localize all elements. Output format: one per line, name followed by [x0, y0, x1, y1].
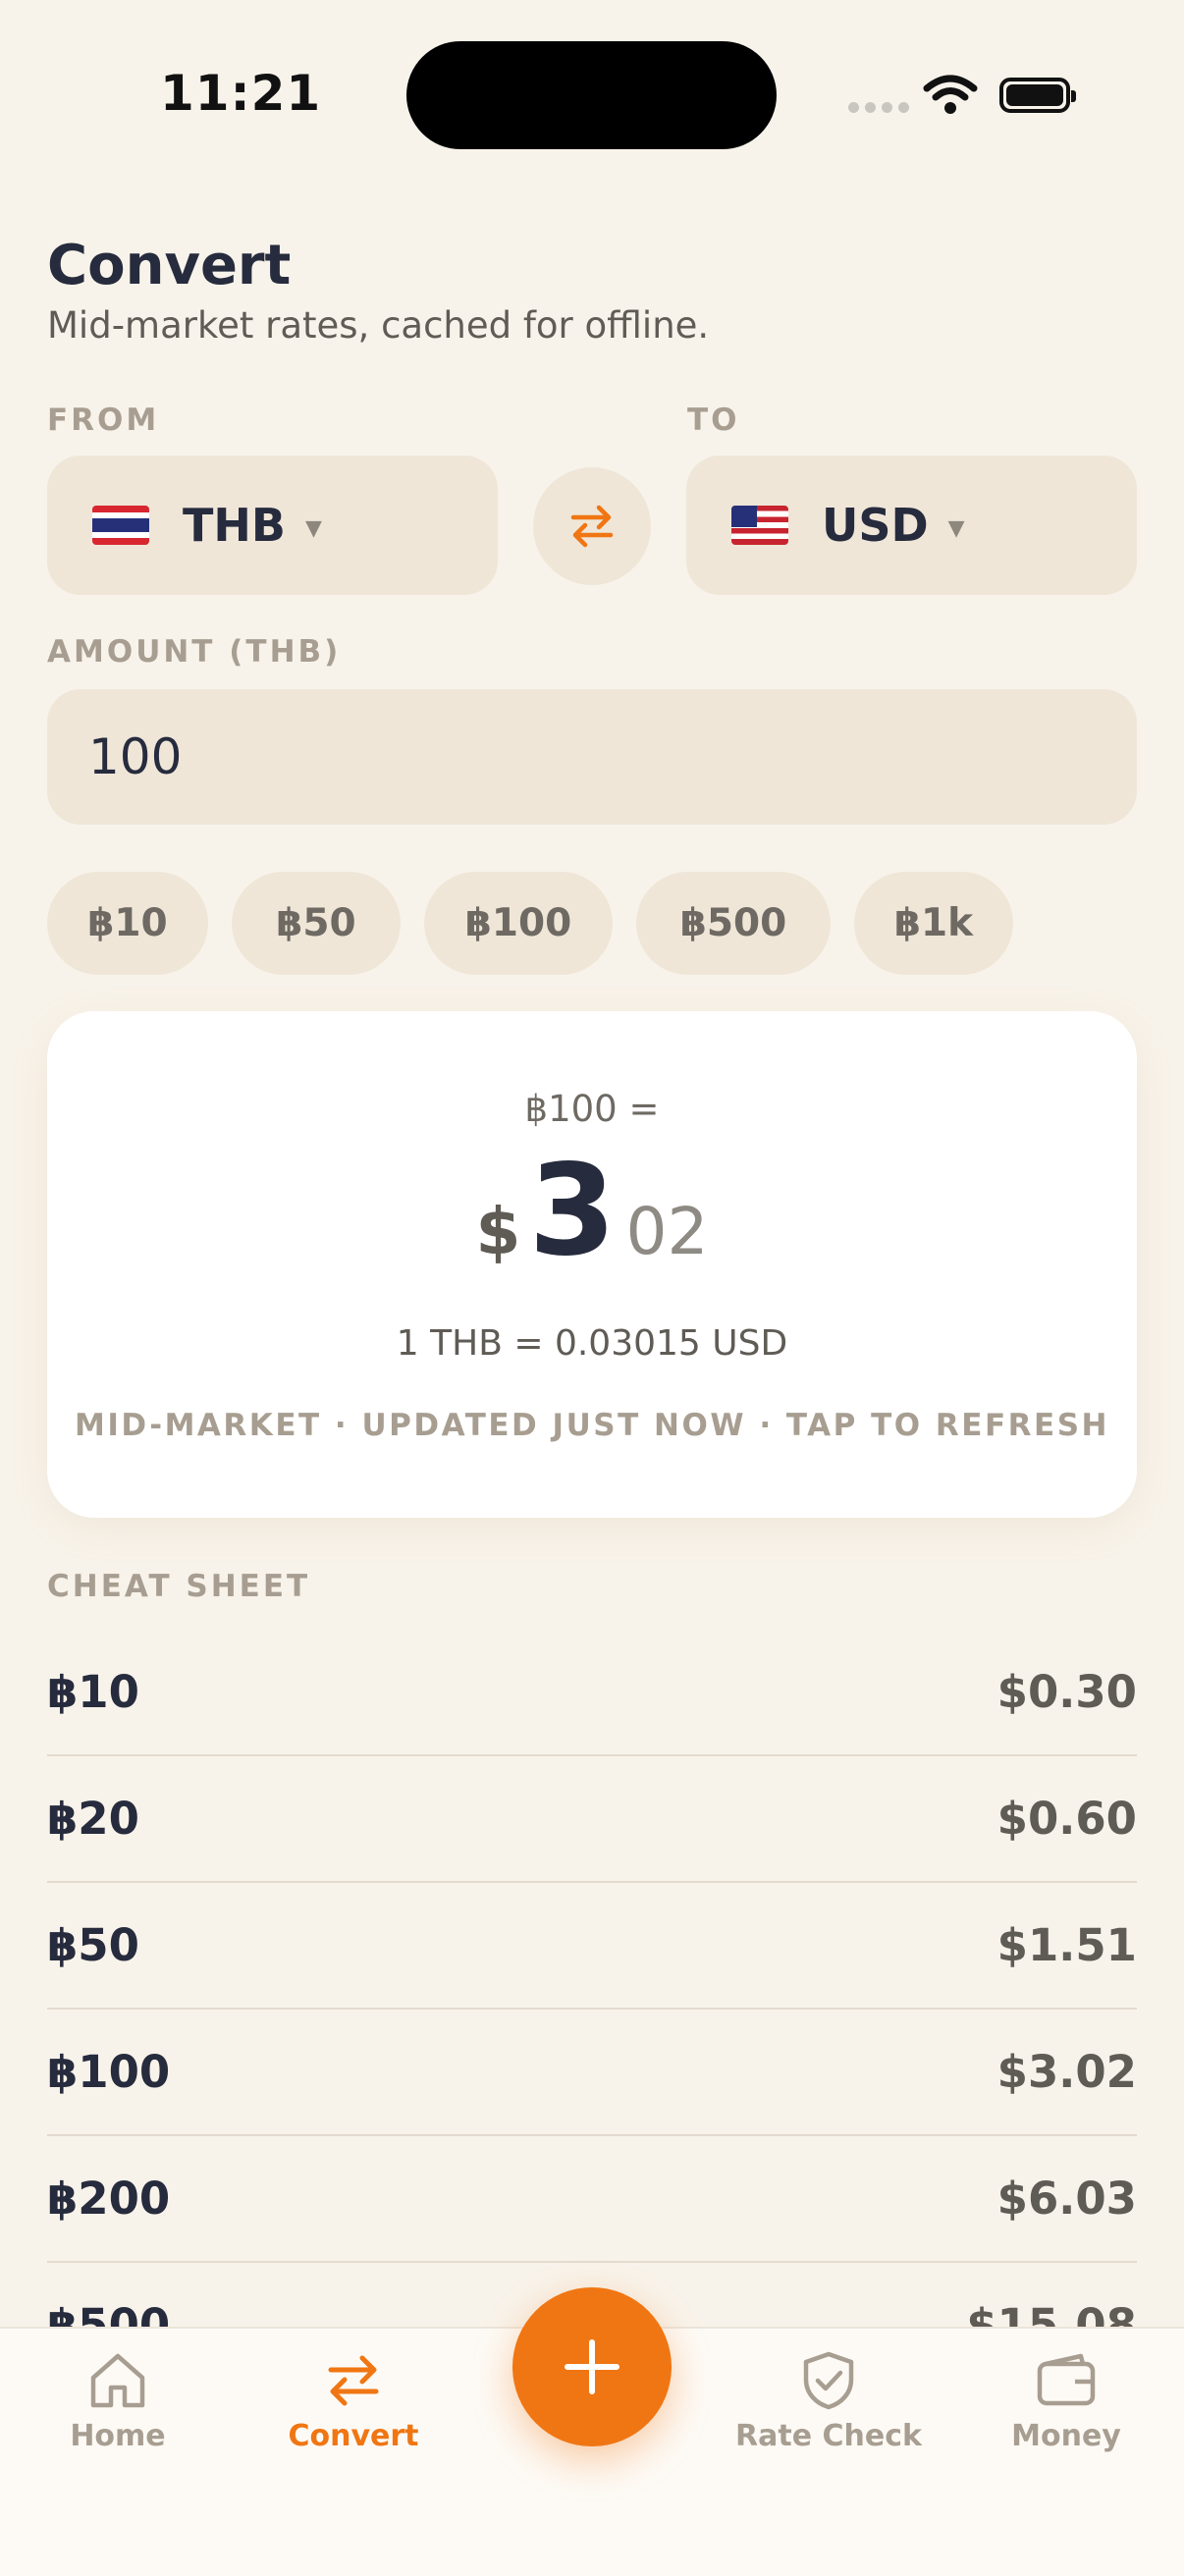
cheat-from-amount: ฿10 — [47, 1666, 139, 1718]
result-prefix: ฿100 = — [524, 1088, 660, 1130]
cheat-from-amount: ฿200 — [47, 2173, 171, 2225]
add-button[interactable] — [512, 2287, 672, 2446]
cheat-to-amount: $1.51 — [996, 1919, 1137, 1971]
to-label: TO — [687, 402, 740, 438]
list-item: ฿100 $3.02 — [47, 2010, 1137, 2136]
to-currency-code: USD — [822, 499, 929, 552]
cheat-to-amount: $3.02 — [996, 2046, 1137, 2098]
from-currency-select[interactable]: THB ▼ — [47, 456, 498, 595]
chip-1k[interactable]: ฿1k — [854, 872, 1013, 975]
status-time: 11:21 — [160, 65, 322, 122]
chip-500[interactable]: ฿500 — [636, 872, 831, 975]
to-currency-select[interactable]: USD ▼ — [686, 456, 1137, 595]
cheat-sheet-label: CHEAT SHEET — [47, 1569, 311, 1604]
dynamic-island — [406, 41, 777, 149]
chip-10[interactable]: ฿10 — [47, 872, 208, 975]
cheat-sheet-list: ฿10 $0.30 ฿20 $0.60 ฿50 $1.51 ฿100 $3.02… — [47, 1630, 1137, 2389]
cheat-from-amount: ฿100 — [47, 2046, 171, 2098]
shield-check-icon — [803, 2351, 854, 2410]
list-item: ฿200 $6.03 — [47, 2136, 1137, 2263]
from-currency-code: THB — [183, 499, 286, 552]
result-currency-symbol: $ — [475, 1194, 521, 1269]
home-icon — [90, 2353, 145, 2408]
cheat-from-amount: ฿50 — [47, 1919, 139, 1971]
conversion-result-card[interactable]: ฿100 = $ 3 02 1 THB = 0.03015 USD MID-MA… — [47, 1011, 1137, 1518]
cheat-to-amount: $0.30 — [996, 1666, 1137, 1718]
swap-icon — [570, 505, 614, 548]
result-integer: 3 — [528, 1138, 617, 1284]
result-amount: $ 3 02 — [47, 1149, 1137, 1274]
from-label: FROM — [47, 402, 160, 438]
page-title: Convert — [47, 234, 292, 297]
rate-status-note: MID-MARKET · UPDATED JUST NOW · TAP TO R… — [75, 1408, 1109, 1443]
quick-amount-chips: ฿10 ฿50 ฿100 ฿500 ฿1k — [47, 872, 1013, 975]
cellular-signal-icon — [848, 102, 909, 113]
list-item: ฿10 $0.30 — [47, 1630, 1137, 1756]
tab-convert[interactable]: Convert — [255, 2348, 452, 2453]
list-item: ฿50 $1.51 — [47, 1883, 1137, 2010]
chevron-down-icon: ▼ — [304, 515, 322, 541]
cheat-to-amount: $6.03 — [996, 2173, 1137, 2225]
chevron-down-icon: ▼ — [947, 515, 965, 541]
tab-rate-check[interactable]: Rate Check — [730, 2348, 927, 2453]
tab-money-label: Money — [1011, 2419, 1121, 2453]
wifi-icon — [923, 75, 978, 114]
chip-50[interactable]: ฿50 — [232, 872, 401, 975]
thailand-flag-icon — [92, 506, 149, 545]
result-decimal: 02 — [625, 1194, 709, 1269]
swap-currencies-button[interactable] — [533, 467, 651, 585]
wallet-icon — [1037, 2353, 1096, 2406]
page-subtitle: Mid-market rates, cached for offline. — [47, 304, 710, 347]
chip-100[interactable]: ฿100 — [424, 872, 613, 975]
tab-money[interactable]: Money — [968, 2348, 1164, 2453]
tab-home-label: Home — [70, 2419, 166, 2453]
cheat-from-amount: ฿20 — [47, 1793, 139, 1845]
tab-rate-check-label: Rate Check — [735, 2419, 922, 2453]
exchange-rate-text: 1 THB = 0.03015 USD — [396, 1323, 788, 1364]
list-item: ฿20 $0.60 — [47, 1756, 1137, 1883]
tab-convert-label: Convert — [288, 2419, 419, 2453]
status-bar: 11:21 — [0, 0, 1184, 187]
swap-icon — [328, 2355, 379, 2406]
plus-icon — [565, 2339, 619, 2394]
tab-home[interactable]: Home — [20, 2348, 216, 2453]
amount-input[interactable] — [47, 689, 1137, 825]
usa-flag-icon — [731, 506, 788, 545]
battery-icon — [999, 78, 1076, 113]
cheat-to-amount: $0.60 — [996, 1793, 1137, 1845]
amount-label: AMOUNT (THB) — [47, 634, 342, 670]
